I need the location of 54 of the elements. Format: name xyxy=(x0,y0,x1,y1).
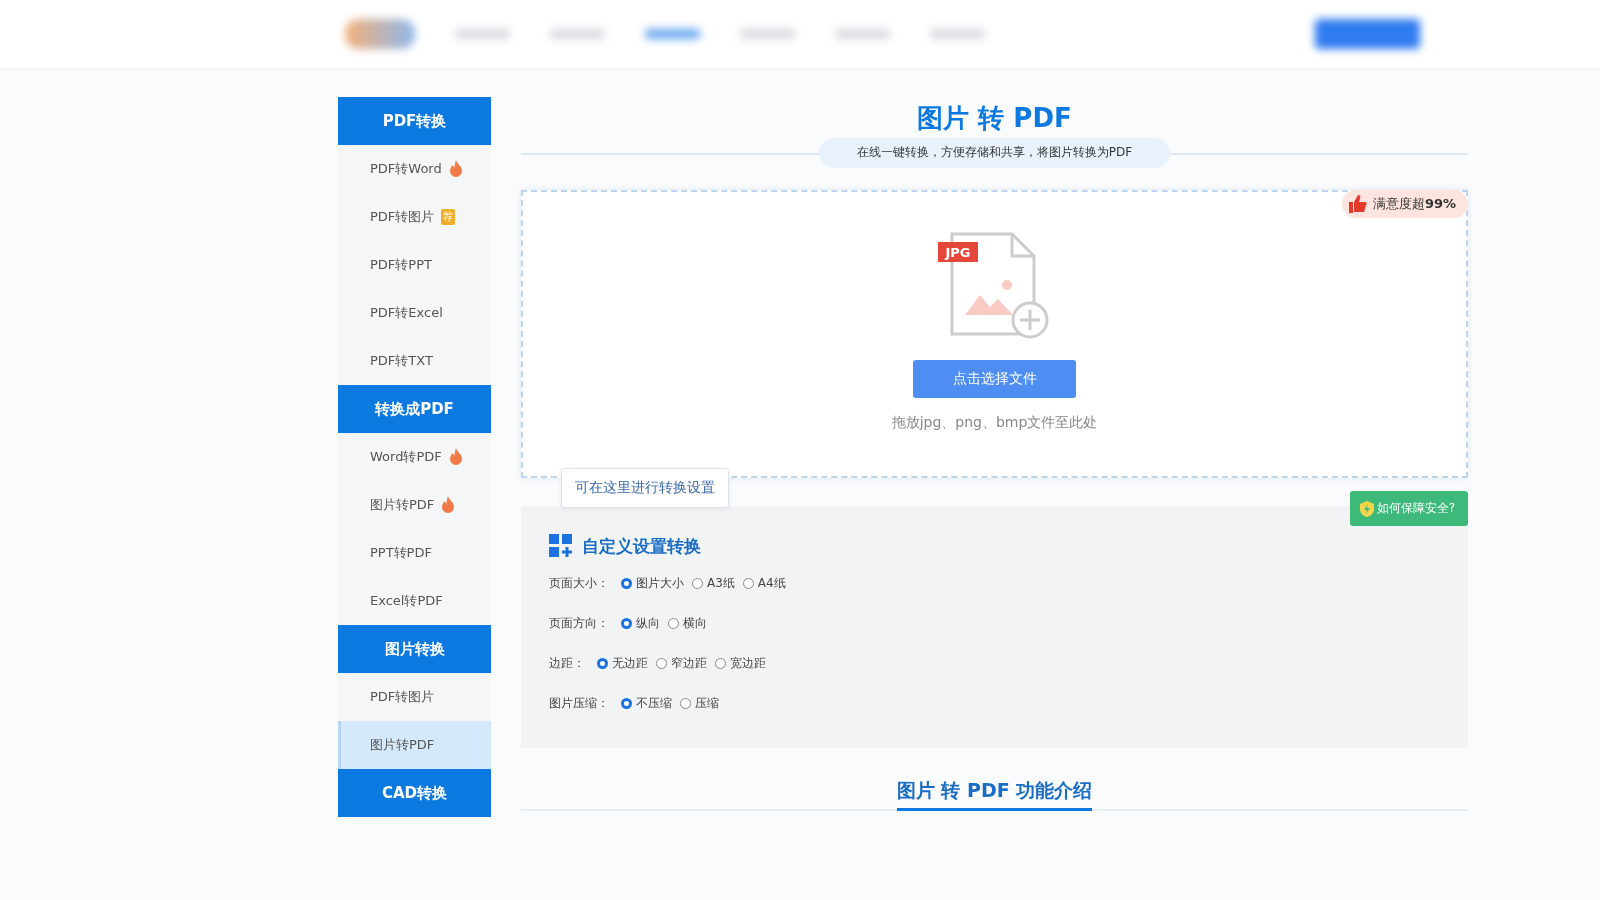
radio-label[interactable]: 窄边距 xyxy=(671,655,707,672)
subtitle-pill: 在线一键转换，方便存储和共享，将图片转换为PDF xyxy=(818,138,1171,168)
setting-label: 图片压缩： xyxy=(549,695,609,712)
sidebar-item[interactable]: Word转PDF xyxy=(338,433,491,481)
setting-label: 边距： xyxy=(549,655,585,672)
radio-label[interactable]: 压缩 xyxy=(695,695,719,712)
radio-button[interactable] xyxy=(668,618,679,629)
radio-label[interactable]: 横向 xyxy=(683,615,707,632)
sidebar-section-header[interactable]: CAD转换 xyxy=(338,769,491,817)
radio-label[interactable]: 纵向 xyxy=(636,615,660,632)
grid-plus-icon xyxy=(549,534,573,558)
page-title: 图片 转 PDF xyxy=(916,102,1073,135)
sidebar-item[interactable]: PDF转图片 荐 xyxy=(338,193,491,241)
sidebar-item[interactable]: PDF转TXT xyxy=(338,337,491,385)
flame-icon xyxy=(441,496,456,514)
radio-label[interactable]: A4纸 xyxy=(757,575,786,592)
radio-button[interactable] xyxy=(621,578,632,589)
section-title: 图片 转 PDF 功能介绍 xyxy=(896,778,1093,811)
sidebar-section-header[interactable]: 图片转换 xyxy=(338,625,491,673)
settings-tooltip: 可在这里进行转换设置 xyxy=(561,468,729,508)
radio-button[interactable] xyxy=(715,658,726,669)
drop-hint: 拖放jpg、png、bmp文件至此处 xyxy=(891,414,1098,432)
sidebar-item[interactable]: PDF转Excel xyxy=(338,289,491,337)
radio-label[interactable]: 不压缩 xyxy=(636,695,672,712)
radio-button[interactable] xyxy=(680,698,691,709)
settings-title: 自定义设置转换 xyxy=(582,534,701,558)
sidebar-item[interactable]: Excel转PDF xyxy=(338,577,491,625)
thumbs-up-icon xyxy=(1347,194,1368,214)
sidebar-item[interactable]: 图片转PDF xyxy=(338,721,491,769)
radio-button[interactable] xyxy=(692,578,703,589)
radio-label[interactable]: 无边距 xyxy=(612,655,648,672)
radio-button[interactable] xyxy=(621,618,632,629)
radio-button[interactable] xyxy=(621,698,632,709)
radio-label[interactable]: 宽边距 xyxy=(730,655,766,672)
satisfaction-text: 满意度超99% xyxy=(1372,195,1456,213)
sidebar-section-header[interactable]: PDF转换 xyxy=(338,97,491,145)
sidebar-item[interactable]: PDF转PPT xyxy=(338,241,491,289)
upload-drop-zone[interactable]: 满意度超99% JPG 点击选择文件 拖放jpg、png、bmp文件至此处 xyxy=(521,190,1468,478)
setting-label: 页面方向： xyxy=(549,615,609,632)
sidebar-item[interactable]: 图片转PDF xyxy=(338,481,491,529)
flame-icon xyxy=(448,448,463,466)
flame-icon xyxy=(448,160,463,178)
sidebar-item[interactable]: PDF转图片 xyxy=(338,673,491,721)
sidebar-item[interactable]: PDF转Word xyxy=(338,145,491,193)
radio-label[interactable]: 图片大小 xyxy=(636,575,684,592)
radio-label[interactable]: A3纸 xyxy=(707,575,735,592)
sidebar-section-header[interactable]: 转换成PDF xyxy=(338,385,491,433)
recommend-badge: 荐 xyxy=(441,209,456,225)
shield-icon xyxy=(1359,500,1374,517)
radio-button[interactable] xyxy=(742,578,754,589)
radio-button[interactable] xyxy=(656,658,667,669)
radio-button[interactable] xyxy=(597,658,608,669)
setting-label: 页面大小： xyxy=(549,575,609,592)
sidebar-item[interactable]: PPT转PDF xyxy=(338,529,491,577)
